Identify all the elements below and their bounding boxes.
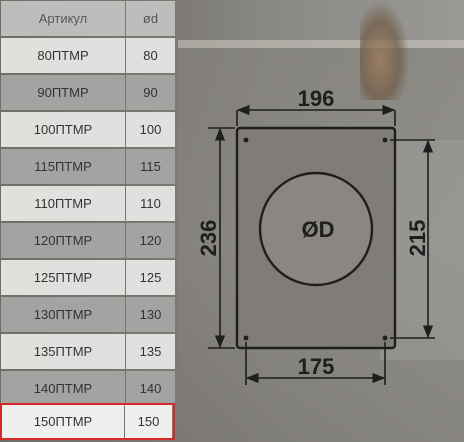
table-row: 115ПТМР 115 (0, 148, 175, 185)
dimension-label-right: 215 (405, 220, 430, 257)
diameter-label: ØD (302, 217, 335, 242)
row-article: 125ПТМР (1, 260, 125, 295)
table-row-highlighted: 150ПТМР 150 (0, 403, 175, 440)
table-row: 110ПТМР 110 (0, 185, 175, 222)
table-header-row: Артикул ød (0, 0, 175, 37)
table-row: 120ПТМР 120 (0, 222, 175, 259)
row-article: 120ПТМР (1, 223, 125, 258)
row-article: 140ПТМР (1, 371, 125, 406)
row-diameter: 100 (126, 112, 175, 147)
table-row: 80ПТМР 80 (0, 37, 175, 74)
row-diameter: 140 (126, 371, 175, 406)
dimension-label-top: 196 (298, 86, 335, 111)
table-row: 140ПТМР 140 (0, 370, 175, 407)
spec-table: Артикул ød 80ПТМР 80 90ПТМР 90 100ПТМР 1… (0, 0, 175, 442)
mounting-hole-icon (243, 335, 249, 341)
row-article: 115ПТМР (1, 149, 125, 184)
row-diameter: 110 (126, 186, 175, 221)
row-diameter: 120 (126, 223, 175, 258)
row-article: 150ПТМР (2, 405, 124, 438)
mounting-hole-icon (382, 137, 388, 143)
row-article: 135ПТМР (1, 334, 125, 369)
row-article: 90ПТМР (1, 75, 125, 110)
header-article: Артикул (1, 1, 125, 36)
dimension-label-bottom: 175 (298, 354, 335, 379)
mounting-hole-icon (382, 335, 388, 341)
table-row: 125ПТМР 125 (0, 259, 175, 296)
row-article: 100ПТМР (1, 112, 125, 147)
table-row: 130ПТМР 130 (0, 296, 175, 333)
row-diameter: 135 (126, 334, 175, 369)
row-diameter: 150 (125, 405, 172, 438)
row-diameter: 80 (126, 38, 175, 73)
row-diameter: 130 (126, 297, 175, 332)
header-diameter: ød (126, 1, 175, 36)
row-diameter: 125 (126, 260, 175, 295)
mounting-hole-icon (243, 137, 249, 143)
row-article: 80ПТМР (1, 38, 125, 73)
plate-drawing: 196 175 236 215 ØD (196, 86, 435, 385)
row-diameter: 115 (126, 149, 175, 184)
row-diameter: 90 (126, 75, 175, 110)
row-article: 110ПТМР (1, 186, 125, 221)
dimension-label-left: 236 (196, 220, 221, 257)
row-article: 130ПТМР (1, 297, 125, 332)
table-row: 90ПТМР 90 (0, 74, 175, 111)
table-row: 100ПТМР 100 (0, 111, 175, 148)
background-shelf (178, 40, 464, 48)
table-row: 135ПТМР 135 (0, 333, 175, 370)
